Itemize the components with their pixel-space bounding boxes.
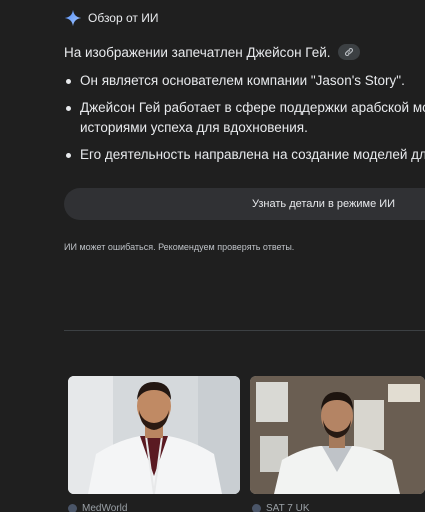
bullet-text-continued: историями успеха для вдохновения.: [80, 120, 308, 135]
favicon-icon: [68, 504, 77, 512]
bullet-item: Джейсон Гей работает в сфере поддержки а…: [64, 98, 425, 138]
image-result-2[interactable]: [250, 376, 425, 494]
bullet-item: Его деятельность направлена на создание …: [64, 145, 425, 165]
intro-text: На изображении запечатлен Джейсон Гей.: [64, 44, 331, 60]
bullet-text: Он является основателем компании "Jason'…: [80, 73, 405, 88]
favicon-icon: [252, 504, 261, 512]
section-divider: [64, 330, 425, 331]
bullet-text: Джейсон Гей работает в сфере поддержки а…: [80, 100, 425, 115]
source-name: SAT 7 UK: [266, 503, 310, 512]
image-source-2[interactable]: SAT 7 UK: [252, 503, 310, 512]
ai-mode-details-button[interactable]: Узнать детали в режиме ИИ: [64, 188, 425, 220]
source-name: MedWorld: [82, 503, 128, 512]
bullet-item: Он является основателем компании "Jason'…: [64, 71, 425, 91]
ai-disclaimer: ИИ может ошибаться. Рекомендуем проверят…: [64, 242, 295, 252]
image-result-1[interactable]: [68, 376, 240, 494]
source-link-chip[interactable]: [337, 44, 360, 60]
ai-overview-intro: На изображении запечатлен Джейсон Гей.: [64, 44, 360, 60]
ai-mode-details-label: Узнать детали в режиме ИИ: [252, 198, 396, 210]
bullet-text: Его деятельность направлена на создание …: [80, 147, 425, 162]
gemini-sparkle-icon: [64, 9, 82, 27]
image-source-1[interactable]: MedWorld: [68, 503, 127, 512]
search-results-page: Обзор от ИИ На изображении запечатлен Дж…: [0, 0, 425, 512]
doctor-photo-1: [68, 376, 240, 494]
ai-overview-header: Обзор от ИИ: [64, 9, 158, 27]
link-icon: [344, 47, 353, 57]
ai-overview-title: Обзор от ИИ: [88, 11, 159, 25]
ai-overview-bullets: Он является основателем компании "Jason'…: [64, 71, 425, 172]
doctor-photo-2: [250, 376, 425, 494]
